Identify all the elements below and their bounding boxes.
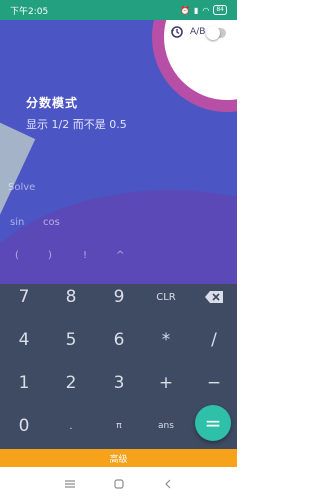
home-icon[interactable]	[112, 477, 126, 491]
key-1[interactable]: 1	[0, 364, 48, 402]
fraction-mode-toggle[interactable]	[206, 26, 226, 40]
toggle-knob	[206, 26, 220, 40]
key-9[interactable]: 9	[95, 278, 143, 316]
multiply-button[interactable]: *	[142, 321, 190, 359]
advanced-panel-button[interactable]: 高级	[0, 449, 237, 467]
decimal-button[interactable]: .	[47, 407, 95, 445]
key-4[interactable]: 4	[0, 321, 48, 359]
key-0[interactable]: 0	[0, 407, 48, 445]
paren-open-button[interactable]: (	[15, 250, 19, 261]
key-5[interactable]: 5	[47, 321, 95, 359]
pi-button[interactable]: π	[95, 407, 143, 445]
divide-button[interactable]: /	[190, 321, 238, 359]
alarm-icon: ⏰	[180, 5, 190, 15]
navigation-bar	[0, 467, 237, 500]
menu-icon[interactable]	[63, 477, 77, 491]
wifi-icon: ◠	[202, 5, 210, 15]
power-button[interactable]: ^	[116, 250, 124, 261]
paren-close-button[interactable]: )	[48, 250, 52, 261]
signal-icon: ▮	[193, 5, 199, 15]
history-icon[interactable]	[170, 25, 184, 39]
status-time: 下午2:05	[10, 6, 49, 17]
tutorial-description: 显示 1/2 而不是 0.5	[26, 118, 127, 131]
key-8[interactable]: 8	[47, 278, 95, 316]
sin-button[interactable]: sin	[10, 217, 24, 228]
advanced-label: 高级	[109, 454, 128, 465]
equals-button[interactable]: =	[195, 405, 231, 441]
cos-button[interactable]: cos	[43, 217, 60, 228]
minus-button[interactable]: −	[190, 364, 238, 402]
status-bar: 下午2:05 ⏰ ▮ ◠ 84	[0, 0, 237, 20]
tutorial-title: 分数模式	[26, 96, 79, 110]
key-6[interactable]: 6	[95, 321, 143, 359]
ans-button[interactable]: ans	[142, 407, 190, 445]
solve-button[interactable]: Solve	[8, 182, 35, 193]
clear-button[interactable]: CLR	[142, 278, 190, 316]
back-icon[interactable]	[161, 477, 175, 491]
tutorial-overlay[interactable]: 分数模式 显示 1/2 而不是 0.5 Solve sin cos ( ) ! …	[0, 20, 237, 284]
battery-icon: 84	[213, 5, 227, 15]
backspace-icon	[205, 291, 223, 303]
plus-button[interactable]: +	[142, 364, 190, 402]
key-2[interactable]: 2	[47, 364, 95, 402]
backspace-button[interactable]	[190, 278, 238, 316]
factorial-button[interactable]: !	[83, 250, 87, 261]
key-7[interactable]: 7	[0, 278, 48, 316]
key-3[interactable]: 3	[95, 364, 143, 402]
decor-shape	[0, 190, 237, 284]
fraction-mode-label: A/B	[190, 27, 206, 37]
